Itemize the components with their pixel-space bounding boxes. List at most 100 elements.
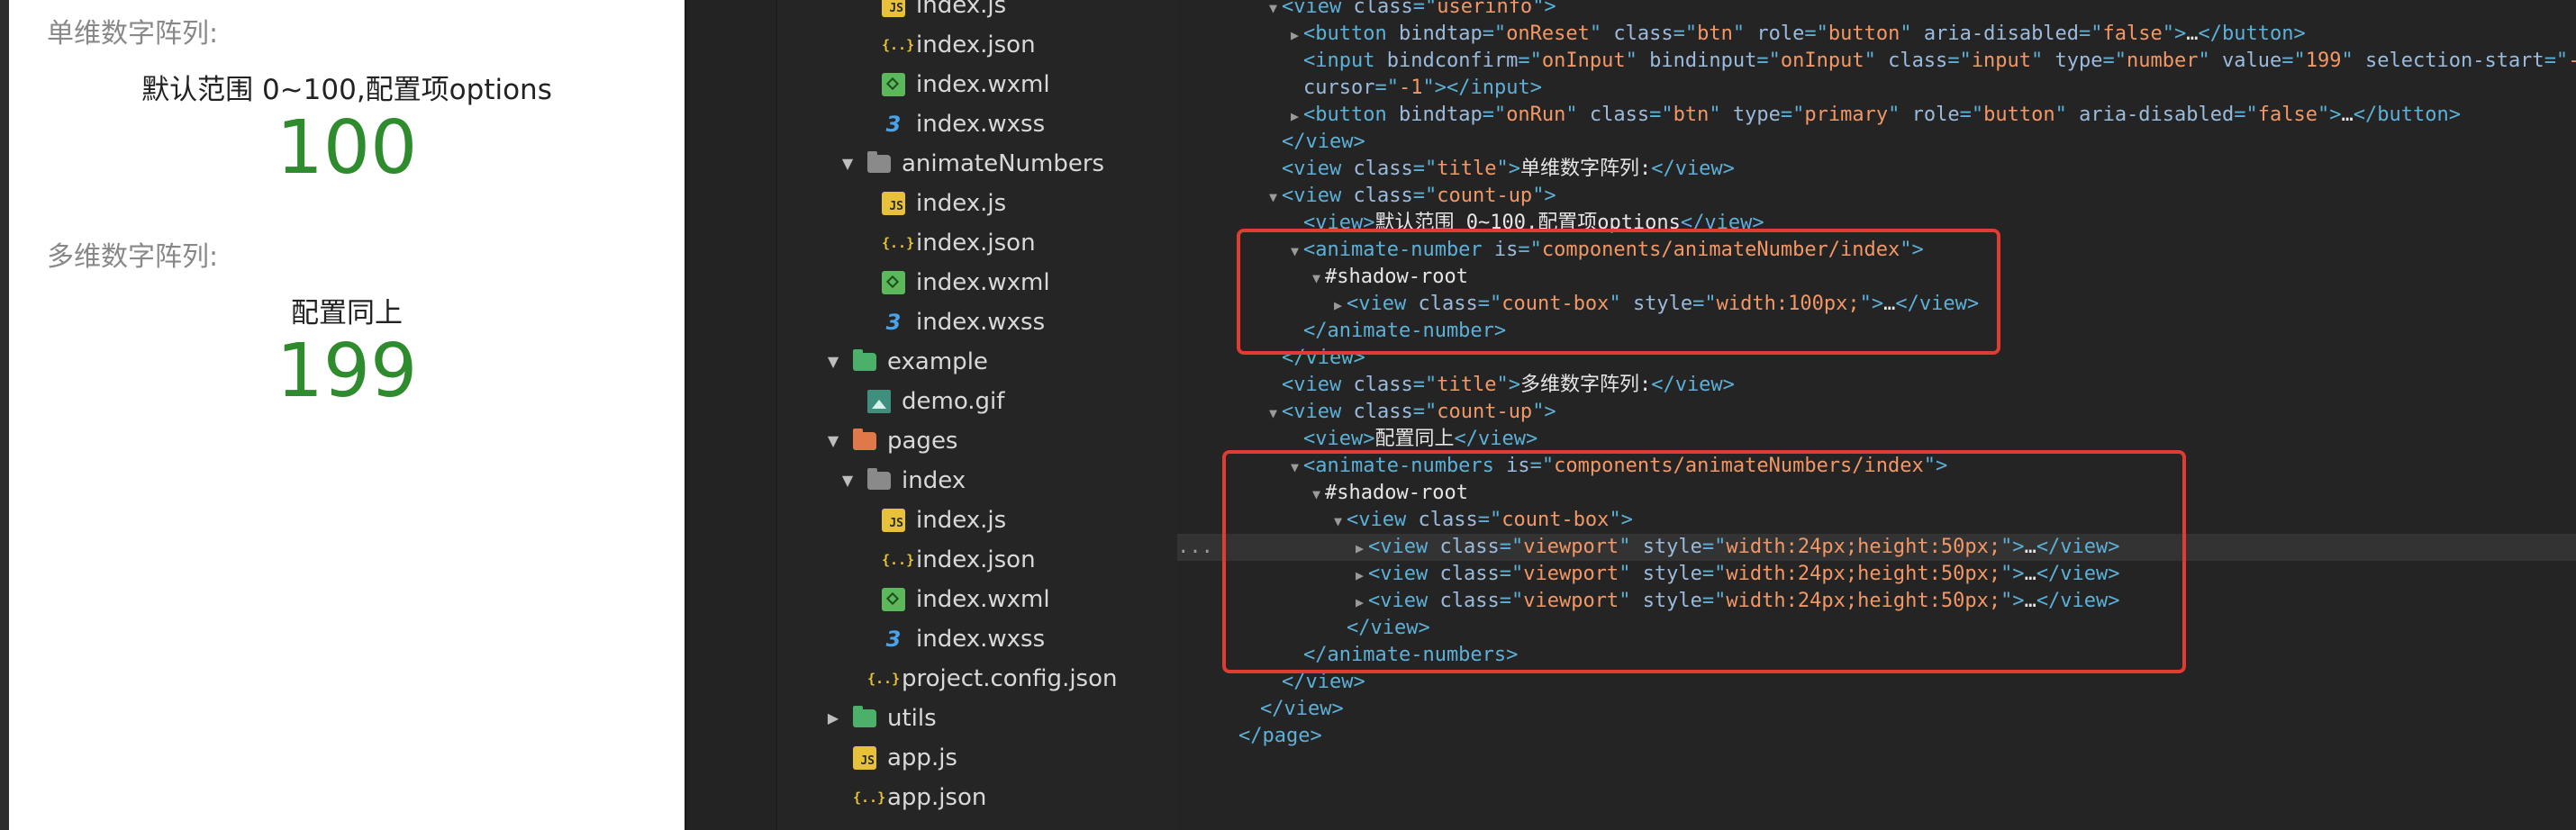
js-file-icon: JS [882, 509, 905, 532]
tree-item-label: index.wxml [916, 71, 1050, 98]
tree-file-row[interactable]: {..} index.json [686, 540, 1177, 580]
code-token-tag: =" [2079, 23, 2103, 45]
multi-array-title: 多维数字阵列: [47, 241, 219, 273]
dom-node-content: cursor="-1"></input> [1291, 75, 1542, 103]
tree-file-row[interactable]: JS index.js [686, 501, 1177, 540]
collapsed-node-icon[interactable]: ▶ [1291, 22, 1303, 49]
expand-arrow-icon[interactable]: ▼ [824, 353, 842, 371]
code-token-tag: =" [1412, 158, 1438, 180]
expand-arrow-icon[interactable]: ▼ [824, 432, 842, 450]
dom-node-line[interactable]: ▼ <view class="userinfo"> [1177, 0, 2576, 21]
code-token-tag: =" [1804, 23, 1828, 45]
dom-node-line[interactable]: ▶ <button bindtap="onReset" class="btn" r… [1177, 21, 2576, 48]
code-token-val: title [1437, 158, 1497, 180]
code-token-tag: "> [2317, 104, 2342, 126]
code-token-tag: <button [1303, 23, 1399, 45]
dom-node-line[interactable]: </view> [1177, 129, 2576, 156]
json-file-icon: {..} [882, 37, 915, 53]
tree-item-label: index.wxml [916, 586, 1050, 613]
animate-number-highlight-box [1237, 229, 2000, 355]
expanded-node-icon[interactable]: ▼ [1269, 400, 1282, 427]
dom-node-line[interactable]: cursor="-1"></input> [1177, 75, 2576, 102]
tree-file-row[interactable]: {..} project.config.json [686, 659, 1177, 699]
code-token-tag: "> [1496, 158, 1520, 180]
tree-folder-row[interactable]: ▶ utils [686, 699, 1177, 738]
code-token-tag: " [1625, 50, 1650, 72]
tree-file-row[interactable]: demo.gif [686, 382, 1177, 421]
dom-node-line[interactable]: <view class="title">多维数字阵列:</view> [1177, 372, 2576, 399]
code-token-val: onReset [1506, 23, 1590, 45]
tree-folder-row[interactable]: ▼ index [686, 461, 1177, 501]
tree-file-row[interactable]: {..} app.json [686, 778, 1177, 817]
code-token-tag: " [1589, 23, 1614, 45]
code-token-attr: class [1888, 50, 1948, 72]
collapse-arrow-icon[interactable]: ▶ [824, 709, 842, 727]
tree-file-row[interactable]: JS index.js [686, 0, 1177, 25]
code-token-val: title [1437, 374, 1497, 396]
folder-icon [853, 349, 876, 371]
code-token-tag: =" [2281, 50, 2306, 72]
dom-node-line[interactable]: </view> [1177, 696, 2576, 723]
code-token-val: number [2127, 50, 2199, 72]
code-token-txt: 配置同上 [1374, 428, 1455, 450]
tree-item-label: index.js [916, 507, 1007, 534]
tree-file-row[interactable]: index.wxml [686, 263, 1177, 302]
code-token-attr: bindinput [1649, 50, 1757, 72]
code-token-val: onInput [1541, 50, 1626, 72]
tree-file-row[interactable]: {..} index.json [686, 25, 1177, 65]
code-token-tag: =" [1649, 104, 1673, 126]
code-token-val: btn [1673, 104, 1710, 126]
dom-node-line[interactable]: ▼ <view class="count-up"> [1177, 183, 2576, 210]
code-token-tag: <view [1282, 158, 1354, 180]
code-token-attr: class [1589, 104, 1650, 126]
tree-file-row[interactable]: JS index.js [686, 184, 1177, 223]
devtools-window: 单维数字阵列: 默认范围 0~100,配置项options 100 多维数字阵列… [0, 0, 2576, 830]
code-token-tag: =" [1374, 77, 1399, 99]
code-token-tag: "></input> [1422, 77, 1542, 99]
code-token-tag: "> [1532, 0, 1556, 18]
code-token-tag: =" [2102, 50, 2127, 72]
collapsed-node-icon[interactable]: ▶ [1291, 103, 1303, 130]
code-token-attr: role [1756, 23, 1805, 45]
code-token-val: btn [1697, 23, 1733, 45]
code-token-val: onInput [1780, 50, 1864, 72]
code-token-tag: =" [2544, 50, 2569, 72]
dom-node-line[interactable]: <input bindconfirm="onInput" bindinput="… [1177, 48, 2576, 75]
json-file-icon: {..} [853, 789, 886, 806]
expand-arrow-icon[interactable]: ▼ [839, 155, 857, 173]
code-token-val: count-up [1437, 185, 1533, 207]
wxss-file-icon: 3 [885, 112, 902, 137]
more-options-icon[interactable]: ... [1177, 534, 1213, 561]
dom-node-content: ▼ <view class="userinfo"> [1269, 0, 1556, 22]
code-token-attr: class [1353, 401, 1413, 423]
tree-item-label: app.json [887, 784, 987, 811]
tree-file-row[interactable]: 3 index.wxss [686, 104, 1177, 144]
code-token-tag: </button> [2353, 104, 2461, 126]
expanded-node-icon[interactable]: ▼ [1269, 0, 1282, 22]
code-token-attr: class [1353, 374, 1413, 396]
dom-node-line[interactable]: <view>配置同上</view> [1177, 426, 2576, 453]
wxss-file-icon: 3 [885, 310, 902, 335]
tree-file-row[interactable]: 3 index.wxss [686, 619, 1177, 659]
expanded-node-icon[interactable]: ▼ [1269, 184, 1282, 211]
code-token-tag: </view> [1282, 671, 1365, 693]
tree-file-row[interactable]: JS app.js [686, 738, 1177, 778]
tree-file-row[interactable]: {..} index.json [686, 223, 1177, 263]
dom-node-line[interactable]: ▶ <button bindtap="onRun" class="btn" typ… [1177, 102, 2576, 129]
tree-file-row[interactable]: index.wxml [686, 65, 1177, 104]
tree-folder-row[interactable]: ▼ pages [686, 421, 1177, 461]
tree-file-row[interactable]: 3 index.wxss [686, 302, 1177, 342]
code-token-tag: </view> [1282, 131, 1365, 153]
expand-arrow-icon[interactable]: ▼ [839, 472, 857, 490]
tree-folder-row[interactable]: ▼ example [686, 342, 1177, 382]
tree-file-row[interactable]: index.wxml [686, 580, 1177, 619]
code-token-tag: </page> [1238, 725, 1322, 747]
dom-node-line[interactable]: </page> [1177, 723, 2576, 750]
tree-folder-row[interactable]: ▼ animateNumbers [686, 144, 1177, 184]
dom-node-line[interactable]: <view class="title">单维数字阵列:</view> [1177, 156, 2576, 183]
dom-node-line[interactable]: ▼ <view class="count-up"> [1177, 399, 2576, 426]
